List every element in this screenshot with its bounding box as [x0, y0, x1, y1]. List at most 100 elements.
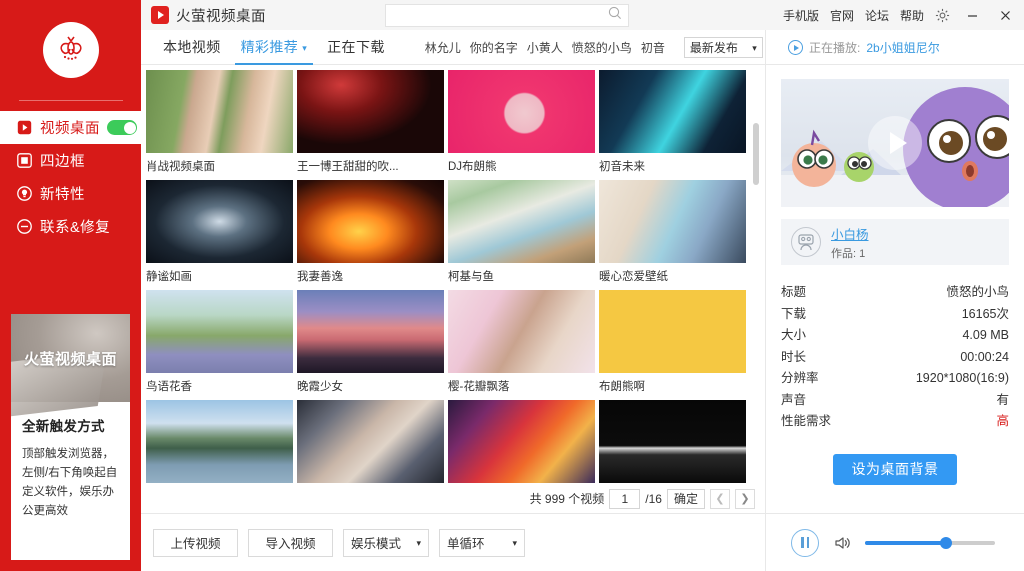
- link-mobile[interactable]: 手机版: [783, 7, 819, 24]
- video-thumbnail[interactable]: [146, 290, 293, 373]
- video-thumbnail[interactable]: [146, 180, 293, 263]
- video-title: 我妻善逸: [297, 271, 343, 283]
- tag-item[interactable]: 林允儿: [425, 39, 461, 56]
- video-card[interactable]: 我妻善逸: [297, 180, 444, 284]
- promo-image: 火萤视频桌面: [11, 314, 130, 402]
- promo-card[interactable]: 火萤视频桌面 全新触发方式 顶部触发浏览器，左侧/右下角唤起自定义软件，娱乐办公…: [11, 314, 130, 560]
- video-thumbnail[interactable]: [599, 290, 746, 373]
- meta-row: 下载 16165次: [781, 303, 1009, 325]
- video-card[interactable]: 静谧如画: [146, 180, 293, 284]
- video-card[interactable]: 肖战视频桌面: [146, 70, 293, 174]
- gear-icon[interactable]: [935, 8, 950, 23]
- video-card[interactable]: 樱-花瓣飘落: [448, 290, 595, 394]
- video-preview[interactable]: [781, 79, 1009, 207]
- chevron-right-icon[interactable]: ❯: [735, 488, 755, 509]
- tag-filters: 林允儿 你的名字 小黄人 愤怒的小鸟 初音 最新发布 ▾: [425, 36, 763, 58]
- video-card[interactable]: 优美水边: [146, 400, 293, 484]
- video-thumbnail[interactable]: [146, 70, 293, 153]
- video-card[interactable]: 20422: [297, 400, 444, 484]
- contact-repair-icon: [16, 218, 33, 235]
- tab-label: 精彩推荐: [240, 39, 299, 55]
- video-card[interactable]: 晚霞少女: [297, 290, 444, 394]
- grid-scrollbar-thumb[interactable]: [753, 123, 759, 185]
- tag-item[interactable]: 初音: [641, 39, 665, 56]
- content-body: 肖战视频桌面 王一博王甜甜的吹... DJ布朗熊 初音未来 静谧如画 我妻善逸 …: [141, 65, 1024, 571]
- video-card[interactable]: 初音未来: [599, 70, 746, 174]
- volume-fill: [865, 540, 946, 545]
- chevron-down-icon: ▾: [752, 42, 757, 53]
- page-number-input[interactable]: [609, 488, 641, 509]
- sidebar-item-video-desktop[interactable]: 视频桌面: [0, 111, 141, 144]
- volume-knob[interactable]: [939, 536, 952, 549]
- sidebar-item-contact-repair[interactable]: 联系&修复: [0, 210, 141, 243]
- tab-downloading[interactable]: 正在下载: [317, 30, 395, 65]
- sidebar-item-new-features[interactable]: 新特性: [0, 177, 141, 210]
- video-card[interactable]: 【特效钢琴】梦中...: [599, 400, 746, 484]
- video-thumbnail[interactable]: [297, 70, 444, 153]
- titlebar-right: 手机版 官网 论坛 帮助: [783, 4, 1016, 26]
- video-thumbnail[interactable]: [297, 400, 444, 483]
- sort-dropdown[interactable]: 最新发布 ▾: [683, 36, 763, 58]
- video-card[interactable]: 英雄联盟星之守护者: [448, 400, 595, 484]
- tag-item[interactable]: 你的名字: [470, 39, 518, 56]
- video-card[interactable]: 鸟语花香: [146, 290, 293, 394]
- pause-icon[interactable]: [791, 528, 819, 557]
- video-title: 暖心恋爱壁纸: [599, 271, 668, 283]
- page-confirm-button[interactable]: 确定: [666, 488, 705, 509]
- video-card[interactable]: DJ布朗熊: [448, 70, 595, 174]
- set-wallpaper-button[interactable]: 设为桌面背景: [833, 453, 957, 485]
- video-thumbnail[interactable]: [297, 180, 444, 263]
- tab-recommended[interactable]: 精彩推荐 ▾: [231, 30, 318, 65]
- video-thumbnail[interactable]: [448, 180, 595, 263]
- tag-item[interactable]: 小黄人: [527, 39, 563, 56]
- meta-value: 高: [996, 414, 1009, 428]
- link-help[interactable]: 帮助: [900, 7, 924, 24]
- detail-panel: 小白杨 作品: 1 标题 愤怒的小鸟 下载 16165次 大小 4.09 MB 时长 0…: [765, 65, 1024, 571]
- grid-scroll-area[interactable]: 肖战视频桌面 王一博王甜甜的吹... DJ布朗熊 初音未来 静谧如画 我妻善逸 …: [141, 65, 765, 484]
- meta-key: 分辨率: [781, 371, 819, 385]
- video-title: 静谧如画: [146, 271, 192, 283]
- import-video-button[interactable]: 导入视频: [248, 528, 333, 557]
- close-icon[interactable]: [994, 4, 1016, 26]
- minimize-icon[interactable]: [961, 4, 983, 26]
- search-box[interactable]: [385, 4, 629, 27]
- video-card[interactable]: 暖心恋爱壁纸: [599, 180, 746, 284]
- chevron-left-icon[interactable]: ❮: [710, 488, 730, 509]
- mode-dropdown[interactable]: 娱乐模式 ▾: [343, 528, 429, 557]
- search-icon[interactable]: [608, 6, 622, 25]
- app-logo: [42, 22, 99, 78]
- video-title: 初音未来: [599, 161, 645, 173]
- video-title: 布朗熊啊: [599, 381, 645, 393]
- chevron-down-icon: ▾: [302, 42, 308, 53]
- video-thumbnail[interactable]: [599, 400, 746, 483]
- video-thumbnail[interactable]: [599, 180, 746, 263]
- sidebar-nav: 视频桌面 四边框 新特性 联系&修复: [0, 111, 141, 243]
- upload-video-button[interactable]: 上传视频: [153, 528, 238, 557]
- video-thumbnail[interactable]: [599, 70, 746, 153]
- video-card[interactable]: 布朗熊啊: [599, 290, 746, 394]
- search-input[interactable]: [392, 8, 608, 23]
- video-card[interactable]: 王一博王甜甜的吹...: [297, 70, 444, 174]
- video-thumbnail[interactable]: [146, 400, 293, 483]
- loop-dropdown[interactable]: 单循环 ▾: [439, 528, 525, 557]
- link-forum[interactable]: 论坛: [865, 7, 889, 24]
- link-official[interactable]: 官网: [830, 7, 854, 24]
- volume-icon[interactable]: [833, 534, 851, 552]
- main-area: 火萤视频桌面 手机版 官网 论坛 帮助 本地视频 精彩推荐 ▾ 正在下载 林允儿…: [141, 0, 1024, 571]
- cta-wrap: 设为桌面背景: [781, 453, 1009, 485]
- video-thumbnail[interactable]: [448, 70, 595, 153]
- video-thumbnail[interactable]: [448, 290, 595, 373]
- play-icon[interactable]: [868, 116, 922, 170]
- video-thumbnail[interactable]: [297, 290, 444, 373]
- tag-item[interactable]: 愤怒的小鸟: [572, 39, 632, 56]
- video-desktop-toggle[interactable]: [107, 120, 137, 135]
- author-name[interactable]: 小白杨: [831, 224, 869, 243]
- video-thumbnail[interactable]: [448, 400, 595, 483]
- video-card[interactable]: 柯基与鱼: [448, 180, 595, 284]
- sidebar-item-frame[interactable]: 四边框: [0, 144, 141, 177]
- avatar-icon: [791, 227, 821, 257]
- volume-slider[interactable]: [865, 536, 995, 549]
- author-block[interactable]: 小白杨 作品: 1: [781, 219, 1009, 265]
- tab-local-video[interactable]: 本地视频: [153, 30, 231, 65]
- mode-label: 娱乐模式: [351, 537, 402, 551]
